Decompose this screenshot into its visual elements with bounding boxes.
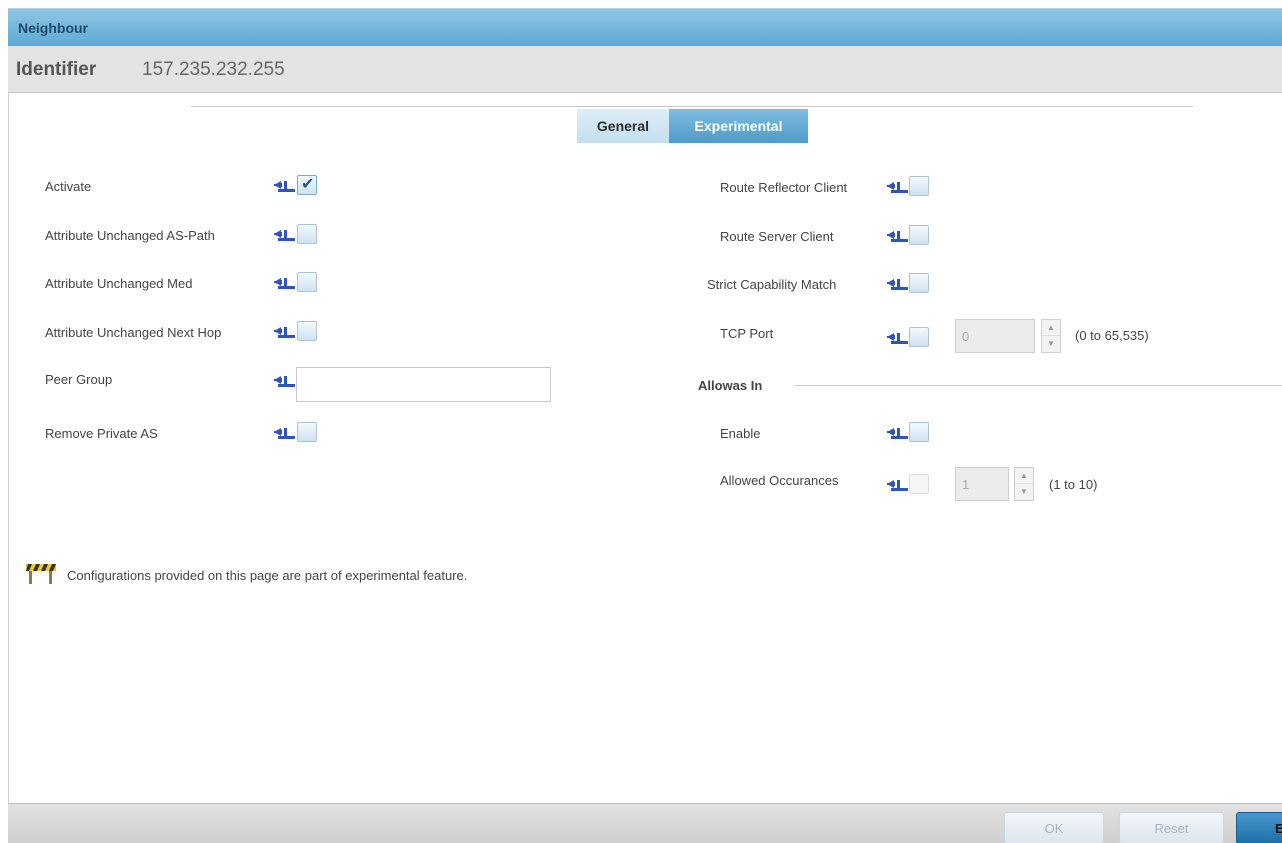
spin-down-icon[interactable]: ▼: [1042, 336, 1060, 352]
form-panel: General Experimental Activate ✔ Attribut…: [8, 93, 1282, 803]
reset-button[interactable]: Reset: [1119, 812, 1224, 843]
tcp-port-range: (0 to 65,535): [1075, 328, 1149, 343]
attribute-unchanged-next-hop-label: Attribute Unchanged Next Hop: [45, 325, 222, 340]
strict-capability-match-label: Strict Capability Match: [707, 277, 837, 292]
attribute-unchanged-med-label: Attribute Unchanged Med: [45, 276, 193, 291]
pin-icon[interactable]: [273, 227, 295, 245]
allowed-occurances-label: Allowed Occurances: [720, 473, 839, 488]
pin-icon[interactable]: [886, 179, 908, 197]
allowas-in-title: Allowas In: [698, 378, 763, 393]
identifier-bar: Identifier 157.235.232.255: [8, 46, 1282, 93]
tcp-port-spin-buttons[interactable]: ▲ ▼: [1041, 319, 1061, 353]
identifier-label: Identifier: [16, 59, 97, 80]
route-server-client-label: Route Server Client: [720, 229, 834, 244]
route-reflector-client-checkbox[interactable]: [909, 176, 929, 196]
spin-down-icon[interactable]: ▼: [1015, 484, 1033, 500]
pin-icon[interactable]: [273, 324, 295, 342]
attribute-unchanged-as-path-checkbox[interactable]: [297, 224, 317, 244]
tcp-port-value: 0: [962, 329, 970, 344]
allowed-occurances-value: 1: [962, 477, 970, 492]
checkmark-icon: ✔: [301, 176, 315, 193]
route-server-client-checkbox[interactable]: [909, 225, 929, 245]
attribute-unchanged-as-path-label: Attribute Unchanged AS-Path: [45, 228, 215, 243]
construction-barrier-icon: [26, 564, 56, 584]
attribute-unchanged-med-checkbox[interactable]: [297, 272, 317, 292]
activate-label: Activate: [45, 179, 92, 194]
exit-button[interactable]: E: [1236, 812, 1282, 843]
section-divider: [795, 385, 1282, 386]
pin-icon[interactable]: [886, 228, 908, 246]
pin-icon[interactable]: [273, 275, 295, 293]
pin-icon[interactable]: [886, 276, 908, 294]
activate-checkbox[interactable]: ✔: [297, 175, 317, 195]
allowed-occurances-range: (1 to 10): [1049, 477, 1098, 492]
allowed-occurances-spinner[interactable]: 1: [955, 467, 1009, 501]
remove-private-as-label: Remove Private AS: [45, 426, 158, 441]
tab-experimental[interactable]: Experimental: [669, 109, 808, 143]
peer-group-input[interactable]: [296, 367, 551, 402]
tcp-port-checkbox[interactable]: [909, 327, 929, 347]
tab-general[interactable]: General: [577, 109, 669, 143]
peer-group-label: Peer Group: [45, 372, 113, 387]
experimental-note: Configurations provided on this page are…: [67, 568, 468, 583]
dialog-footer: OK Reset E: [8, 803, 1282, 843]
allowed-occurances-checkbox[interactable]: [909, 474, 929, 494]
pin-icon[interactable]: [886, 477, 908, 495]
allowas-in-enable-checkbox[interactable]: [909, 422, 929, 442]
pin-icon[interactable]: [273, 178, 295, 196]
pin-icon[interactable]: [886, 330, 908, 348]
route-reflector-client-label: Route Reflector Client: [720, 180, 848, 195]
identifier-value: 157.235.232.255: [142, 59, 285, 80]
allowed-occurances-spin-buttons[interactable]: ▲ ▼: [1014, 467, 1034, 501]
tab-divider: [191, 106, 1193, 107]
strict-capability-match-checkbox[interactable]: [909, 273, 929, 293]
spin-up-icon[interactable]: ▲: [1015, 468, 1033, 484]
pin-icon[interactable]: [273, 373, 295, 391]
spin-up-icon[interactable]: ▲: [1042, 320, 1060, 336]
dialog-title-bar: Neighbour: [8, 8, 1282, 46]
pin-icon[interactable]: [886, 425, 908, 443]
tcp-port-spinner[interactable]: 0: [955, 319, 1035, 353]
dialog-title: Neighbour: [18, 20, 88, 36]
allowas-in-enable-label: Enable: [720, 426, 761, 441]
tcp-port-label: TCP Port: [720, 326, 774, 341]
ok-button[interactable]: OK: [1004, 812, 1104, 843]
remove-private-as-checkbox[interactable]: [297, 422, 317, 442]
pin-icon[interactable]: [273, 425, 295, 443]
attribute-unchanged-next-hop-checkbox[interactable]: [297, 321, 317, 341]
